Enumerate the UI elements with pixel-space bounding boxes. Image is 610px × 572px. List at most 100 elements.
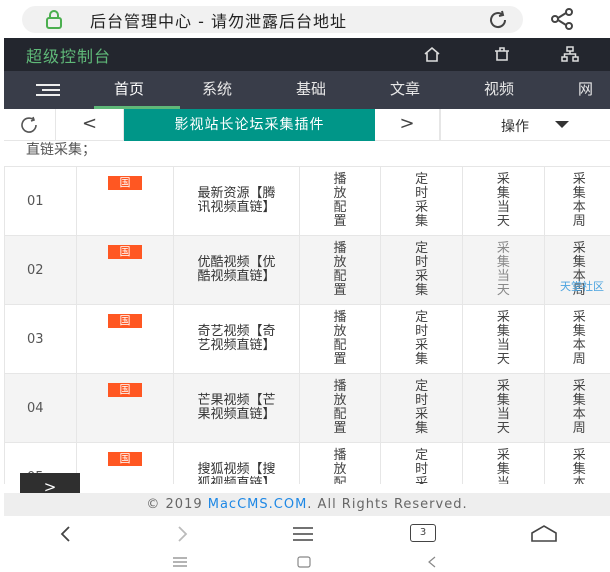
nav-item-web[interactable]: 网 — [578, 78, 593, 99]
tab-refresh-button[interactable] — [4, 109, 56, 141]
play-config-link[interactable]: 播放配置 — [333, 449, 347, 485]
clear-cache-icon[interactable] — [492, 45, 512, 63]
admin-header: 超级控制台 — [4, 38, 610, 71]
tab-collect-plugin[interactable]: 影视站长论坛采集插件 — [124, 109, 375, 141]
play-config-link[interactable]: 播放配置 — [333, 173, 347, 229]
region-tag: 国 — [107, 176, 142, 190]
collect-today-cell: 采集当天 — [462, 442, 545, 485]
operations-label: 操作 — [501, 119, 529, 135]
collect-source-table: 01 国最新资源【腾讯视频直链】 播放配置 定时采集 采集当天 采集本周 02 国优酷视频【优… — [4, 166, 610, 484]
play-config-cell: 播放配置 — [298, 304, 382, 374]
page-title[interactable]: 后台管理中心 - 请勿泄露后台地址 — [90, 8, 347, 32]
row-number: 04 — [4, 373, 78, 443]
region-tag: 国 — [107, 383, 142, 397]
table-row: 01 国 最新资源【腾讯视频直链】 播放配置 定时采集 采集当天 采集本周 — [4, 166, 610, 236]
source-name: 最新资源【腾讯视频直链】 — [172, 166, 300, 236]
refresh-icon[interactable] — [486, 9, 510, 31]
system-nav-bar — [0, 552, 610, 572]
region-tag: 国 — [107, 452, 142, 466]
region-tag: 国 — [107, 245, 142, 259]
scheduled-collect-cell: 定时采集 — [380, 373, 464, 443]
play-config-link[interactable]: 播放配置 — [333, 311, 347, 367]
scheduled-collect-cell: 定时采集 — [380, 304, 464, 374]
row-tag-cell: 国 — [76, 373, 174, 443]
play-config-cell: 播放配置 — [298, 235, 382, 305]
scheduled-collect-cell: 定时采集 — [380, 442, 464, 485]
share-icon[interactable] — [550, 8, 574, 30]
collect-today-cell: 采集当天 — [462, 373, 545, 443]
table-row: 04 国 芒果视频【芒果视频直链】 播放配置 定时采集 采集当天 采集本周 — [4, 373, 610, 443]
notice-text: 直链采集； — [26, 142, 96, 158]
row-number: 03 — [4, 304, 78, 374]
row-number: 01 — [4, 166, 78, 236]
collect-week-cell: 采集本周 — [543, 373, 610, 443]
collect-today-link[interactable]: 采集当天 — [496, 311, 510, 367]
source-name: 优酷视频【优酷视频直链】 — [172, 235, 300, 305]
scheduled-collect-link[interactable]: 定时采集 — [415, 311, 429, 367]
collect-week-cell: 采集本周 — [543, 235, 610, 305]
collect-week-link[interactable]: 采集本周 — [573, 173, 587, 229]
table-row: 05国搜狐视频【搜狐视频直链】播放配置定时采集采集当天采集本周 — [4, 442, 610, 485]
collect-week-link[interactable]: 采集本周 — [573, 380, 587, 436]
collect-today-link[interactable]: 采集当天 — [496, 242, 510, 298]
nav-item-system[interactable]: 系统 — [202, 78, 232, 99]
menu-toggle-icon[interactable] — [34, 83, 62, 97]
table-row: 02 国 优酷视频【优酷视频直链】 播放配置 定时采集 采集当天 采集本周 — [4, 235, 610, 305]
play-config-link[interactable]: 播放配置 — [333, 380, 347, 436]
scheduled-collect-cell: 定时采集 — [380, 166, 464, 236]
scheduled-collect-link[interactable]: 定时采集 — [415, 380, 429, 436]
menu-icon[interactable] — [291, 524, 315, 544]
row-number: 02 — [4, 235, 78, 305]
collect-week-cell: 采集本周 — [543, 442, 610, 485]
footer: © 2019 MacCMS.COM. All Rights Reserved. — [4, 493, 610, 516]
tab-operations-dropdown[interactable]: 操作 — [440, 109, 610, 141]
nav-item-article[interactable]: 文章 — [390, 78, 420, 99]
scheduled-collect-link[interactable]: 定时采集 — [415, 242, 429, 298]
scheduled-collect-cell: 定时采集 — [380, 235, 464, 305]
browser-url-bar: 后台管理中心 - 请勿泄露后台地址 — [0, 0, 610, 38]
brand-title: 超级控制台 — [26, 47, 112, 66]
scheduled-collect-link[interactable]: 定时采集 — [415, 173, 429, 229]
nav-item-home[interactable]: 首页 — [114, 78, 144, 99]
tab-next-button[interactable]: > — [375, 109, 440, 141]
chevron-down-icon — [555, 121, 569, 128]
play-config-cell: 播放配置 — [298, 373, 382, 443]
forward-icon[interactable] — [170, 524, 194, 544]
recent-apps-icon[interactable] — [172, 556, 188, 568]
nav-item-video[interactable]: 视频 — [484, 78, 514, 99]
collect-today-cell: 采集当天 — [462, 166, 545, 236]
play-config-link[interactable]: 播放配置 — [333, 242, 347, 298]
collect-week-link[interactable]: 采集本周 — [573, 449, 587, 485]
home-icon[interactable] — [529, 524, 559, 544]
footer-link[interactable]: MacCMS.COM — [208, 497, 308, 512]
nav-item-basic[interactable]: 基础 — [296, 78, 326, 99]
footer-rights: . All Rights Reserved. — [307, 497, 468, 512]
refresh-icon — [21, 116, 37, 133]
play-config-cell: 播放配置 — [298, 166, 382, 236]
main-nav: 首页 系统 基础 文章 视频 网 — [4, 71, 610, 109]
row-tag-cell: 国 — [76, 166, 174, 236]
collect-today-link[interactable]: 采集当天 — [496, 380, 510, 436]
collect-today-link[interactable]: 采集当天 — [496, 173, 510, 229]
site-map-icon[interactable] — [560, 45, 580, 63]
collect-week-link[interactable]: 采集本周 — [573, 311, 587, 367]
tabs-count-button[interactable]: 3 — [410, 524, 436, 542]
collect-today-cell: 采集当天 — [462, 304, 545, 374]
tab-strip: < 影视站长论坛采集插件 > 操作 — [4, 109, 610, 141]
row-tag-cell: 国 — [76, 235, 174, 305]
region-tag: 国 — [107, 314, 142, 328]
scheduled-collect-link[interactable]: 定时采集 — [415, 449, 429, 485]
row-tag-cell: 国 — [76, 442, 174, 484]
lock-icon — [46, 10, 62, 29]
home-icon[interactable] — [422, 45, 442, 63]
back-triangle-icon[interactable] — [424, 556, 440, 568]
collect-week-cell: 采集本周 — [543, 304, 610, 374]
back-icon[interactable] — [54, 524, 78, 544]
collect-today-link[interactable]: 采集当天 — [496, 449, 510, 485]
footer-copyright: © 2019 — [146, 497, 208, 512]
home-square-icon[interactable] — [296, 556, 312, 568]
source-name: 搜狐视频【搜狐视频直链】 — [172, 442, 300, 484]
source-name: 奇艺视频【奇艺视频直链】 — [172, 304, 300, 374]
browser-bottom-bar: 3 — [0, 516, 610, 552]
tab-prev-button[interactable]: < — [56, 109, 124, 141]
